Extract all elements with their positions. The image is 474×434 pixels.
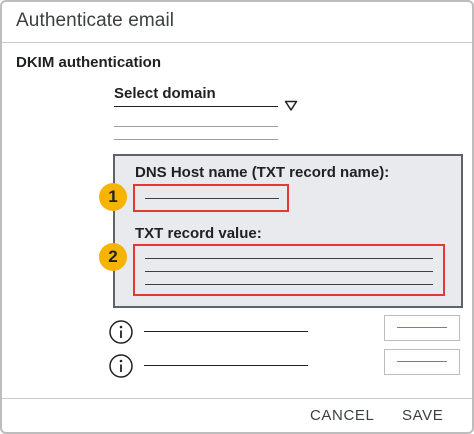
info-row: [108, 315, 468, 345]
dns-host-name-label: DNS Host name (TXT record name):: [135, 164, 390, 181]
info-row-value-field[interactable]: [384, 349, 460, 375]
txt-record-value-label: TXT record value:: [135, 225, 262, 242]
info-icon[interactable]: [108, 353, 134, 379]
dns-host-name-value-line: [145, 198, 279, 199]
info-row-value-line: [397, 361, 447, 362]
callout-badge-1: 1: [99, 183, 127, 211]
save-button[interactable]: SAVE: [402, 407, 443, 424]
txt-record-value-line: [145, 271, 433, 272]
dns-host-name-field[interactable]: [133, 184, 289, 212]
txt-record-value-line: [145, 284, 433, 285]
info-row-text-line: [144, 365, 308, 366]
caret-down-icon[interactable]: [284, 100, 298, 112]
info-row-text-line: [144, 331, 308, 332]
cancel-button[interactable]: CANCEL: [310, 407, 374, 424]
section-label: DKIM authentication: [16, 54, 161, 71]
info-row-value-field[interactable]: [384, 315, 460, 341]
dialog-title-bar: Authenticate email: [2, 2, 472, 43]
dialog-footer: CANCEL SAVE: [2, 398, 472, 432]
info-row-value-line: [397, 327, 447, 328]
domain-select-underline: [114, 106, 278, 107]
txt-record-value-line: [145, 258, 433, 259]
domain-select[interactable]: Select domain: [114, 84, 304, 112]
callout-badge-2: 2: [99, 243, 127, 271]
domain-select-label: Select domain: [114, 85, 216, 102]
info-icon[interactable]: [108, 319, 134, 345]
txt-record-value-field[interactable]: [133, 244, 445, 296]
info-row: [108, 349, 468, 379]
dns-record-panel: DNS Host name (TXT record name): TXT rec…: [113, 154, 463, 308]
domain-option-placeholder-line: [114, 126, 278, 127]
authenticate-email-dialog: Authenticate email DKIM authentication S…: [0, 0, 474, 434]
dialog-title: Authenticate email: [16, 10, 175, 31]
domain-option-placeholder-line: [114, 139, 278, 140]
